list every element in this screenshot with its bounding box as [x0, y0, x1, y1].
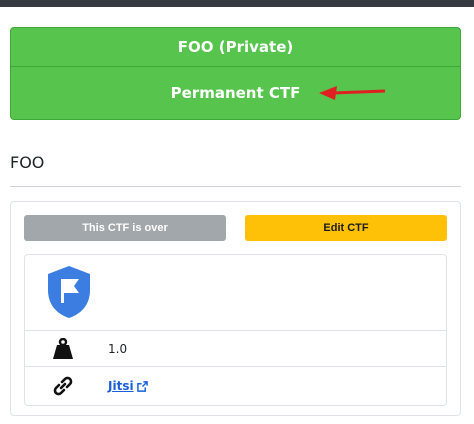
ctf-details: 1.0 Jitsi	[24, 254, 447, 406]
banner-subtitle-row: Permanent CTF	[11, 67, 460, 119]
external-link-icon	[136, 380, 148, 392]
top-navbar	[0, 0, 474, 7]
jitsi-link-label: Jitsi	[108, 379, 134, 393]
ctf-card: This CTF is over Edit CTF 1.0 Jitsi	[10, 201, 461, 416]
flag-shield-icon	[48, 266, 90, 318]
banner-title-row: FOO (Private)	[11, 28, 460, 67]
section-title: FOO	[10, 153, 45, 172]
weight-icon	[53, 338, 73, 359]
ctf-banner: FOO (Private) Permanent CTF	[10, 27, 461, 120]
weight-row: 1.0	[25, 331, 446, 367]
link-row: Jitsi	[25, 367, 446, 405]
banner-subtitle: Permanent CTF	[170, 84, 301, 102]
jitsi-link-wrap: Jitsi	[108, 379, 148, 393]
ctf-over-button[interactable]: This CTF is over	[24, 215, 226, 241]
weight-value: 1.0	[108, 341, 128, 356]
red-arrow-annotation	[319, 86, 386, 100]
link-icon	[53, 376, 73, 396]
banner-title: FOO (Private)	[177, 38, 294, 56]
section-divider	[10, 186, 461, 187]
edit-ctf-button[interactable]: Edit CTF	[245, 215, 447, 241]
jitsi-link[interactable]: Jitsi	[108, 379, 148, 393]
ctf-logo-row	[25, 255, 446, 331]
